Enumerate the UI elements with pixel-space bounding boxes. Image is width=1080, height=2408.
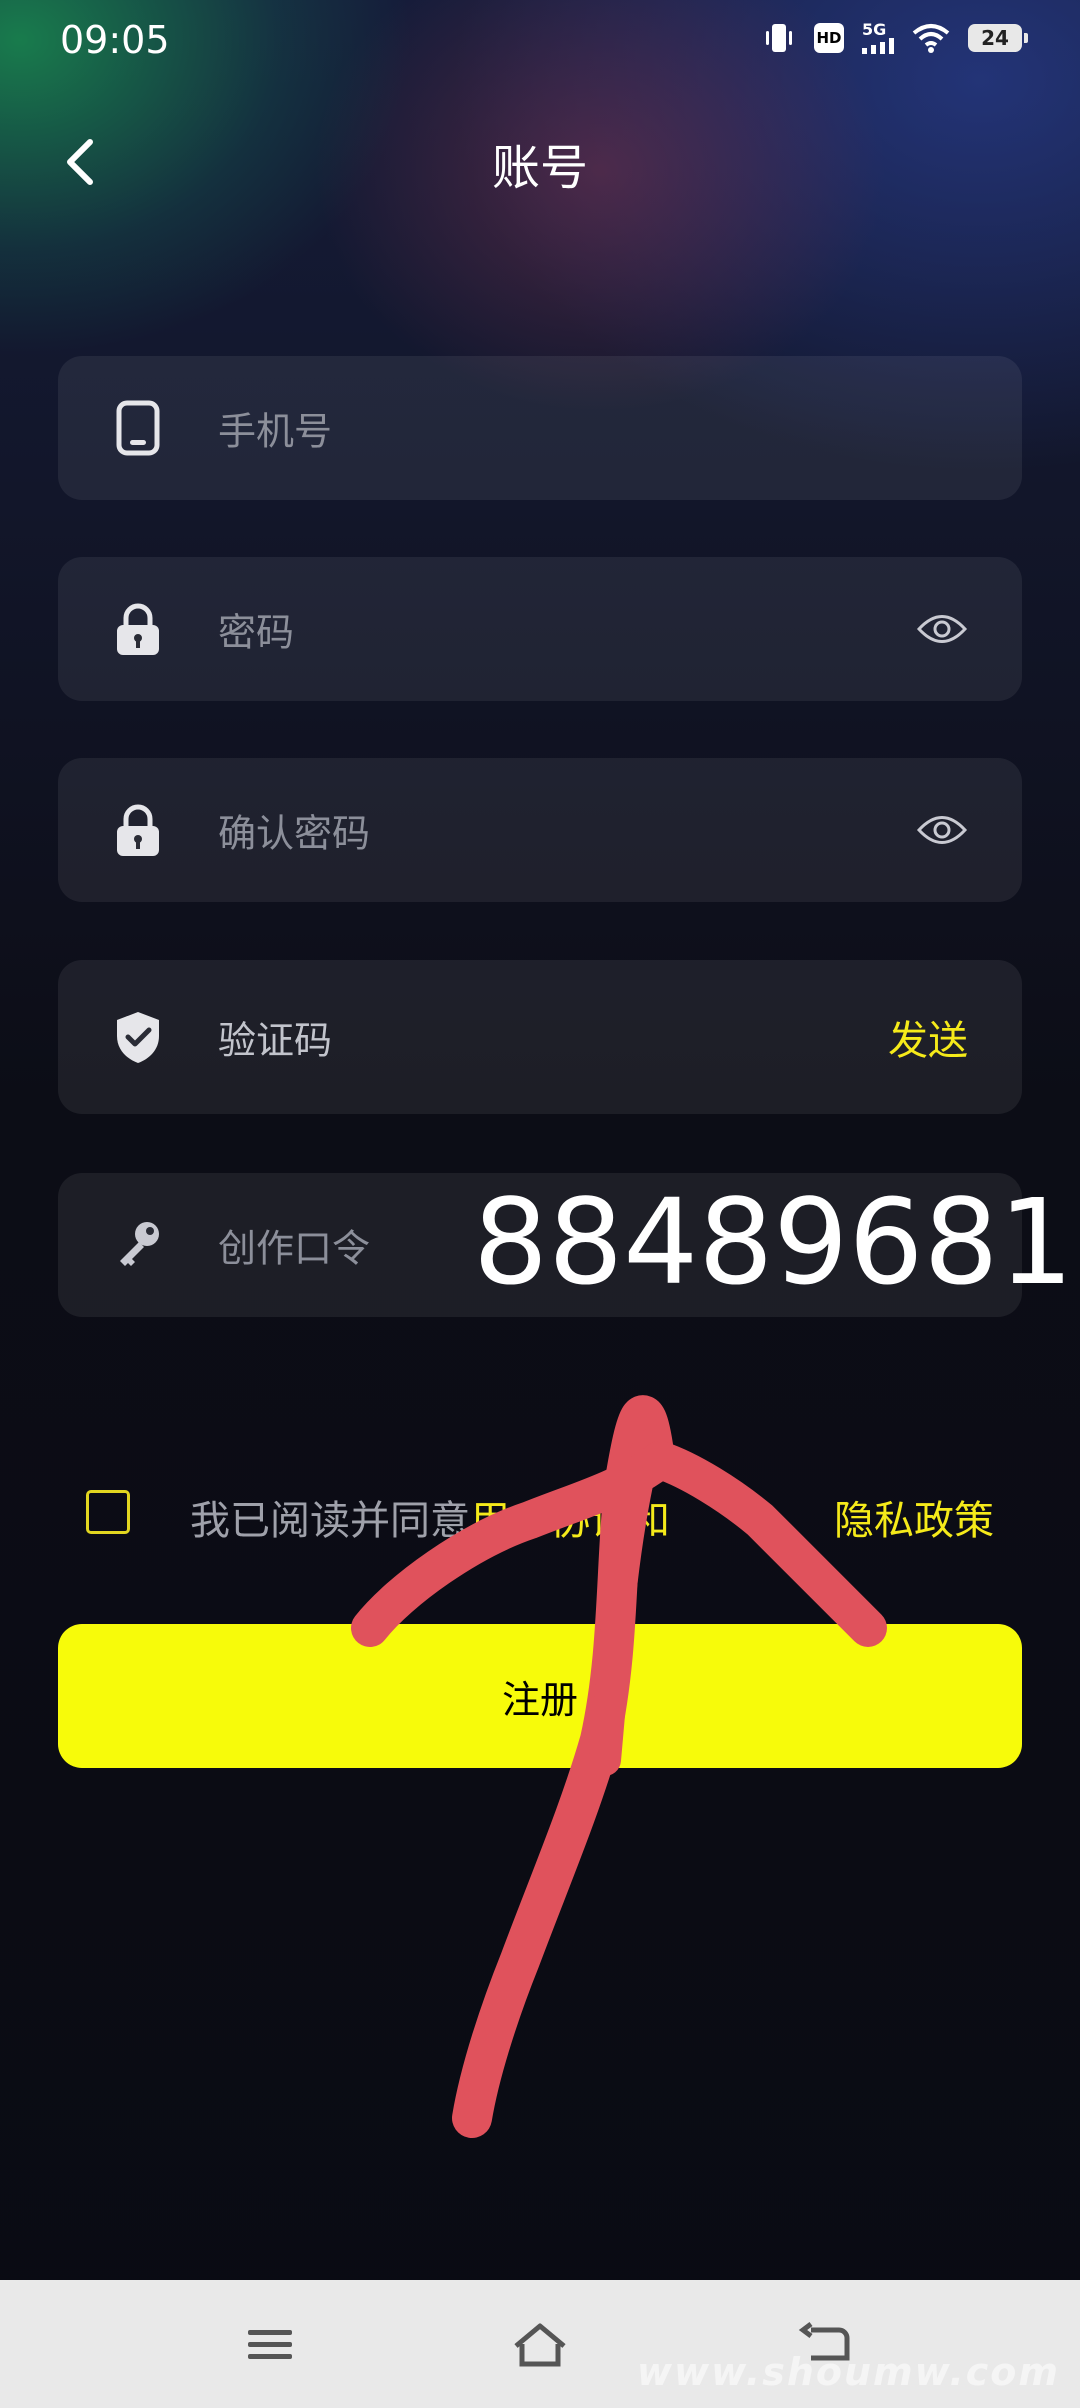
status-icons: HD 5G 24 [762,22,1028,54]
creation-code-label: 创作口令 [218,1226,371,1271]
status-time: 09:05 [60,18,170,62]
confirm-password-field[interactable]: 确认密码 [58,758,1022,902]
agreement-checkbox[interactable] [86,1490,130,1534]
hd-icon: HD [814,23,844,53]
send-code-button[interactable]: 发送 [888,1008,968,1066]
lock-icon [117,603,159,655]
network-type: 5G [862,20,887,39]
eye-icon[interactable] [916,813,968,847]
verification-code-field[interactable]: 验证码 发送 [58,960,1022,1114]
phone-field[interactable]: 手机号 [58,356,1022,500]
agreement-text: 我已阅读并同意用户协议和 [190,1488,670,1546]
menu-icon[interactable] [240,2320,300,2370]
password-placeholder: 密码 [218,610,295,655]
key-icon [120,1222,159,1266]
creation-code-field[interactable]: 创作口令 88489681 [58,1173,1074,1317]
shield-check-icon [117,1012,159,1063]
verification-placeholder: 验证码 [218,1018,333,1063]
home-icon[interactable] [510,2320,570,2370]
wifi-icon [912,24,950,53]
password-field[interactable]: 密码 [58,557,1022,701]
agreement-and: 和 [630,1498,670,1544]
creation-code-value: 88489681 [473,1173,1074,1312]
user-agreement-link[interactable]: 用户协议 [470,1498,630,1544]
confirm-password-placeholder: 确认密码 [218,811,371,856]
watermark: www.shoumw.com [636,2350,1060,2394]
signal-icon: 5G [862,22,894,54]
agreement-row: 我已阅读并同意用户协议和 隐私政策 [86,1488,1026,1544]
agreement-prefix: 我已阅读并同意 [190,1498,470,1544]
register-button[interactable]: 注册 [58,1624,1022,1768]
phone-placeholder: 手机号 [218,409,333,454]
lock-icon [117,804,159,856]
page-title: 账号 [491,140,588,196]
vibrate-icon [766,24,792,52]
status-bar: 09:05 HD 5G 24 [0,0,1080,84]
eye-icon[interactable] [916,612,968,646]
battery-icon: 24 [968,24,1028,52]
phone-icon [116,400,160,456]
privacy-policy-link[interactable]: 隐私政策 [834,1488,994,1546]
